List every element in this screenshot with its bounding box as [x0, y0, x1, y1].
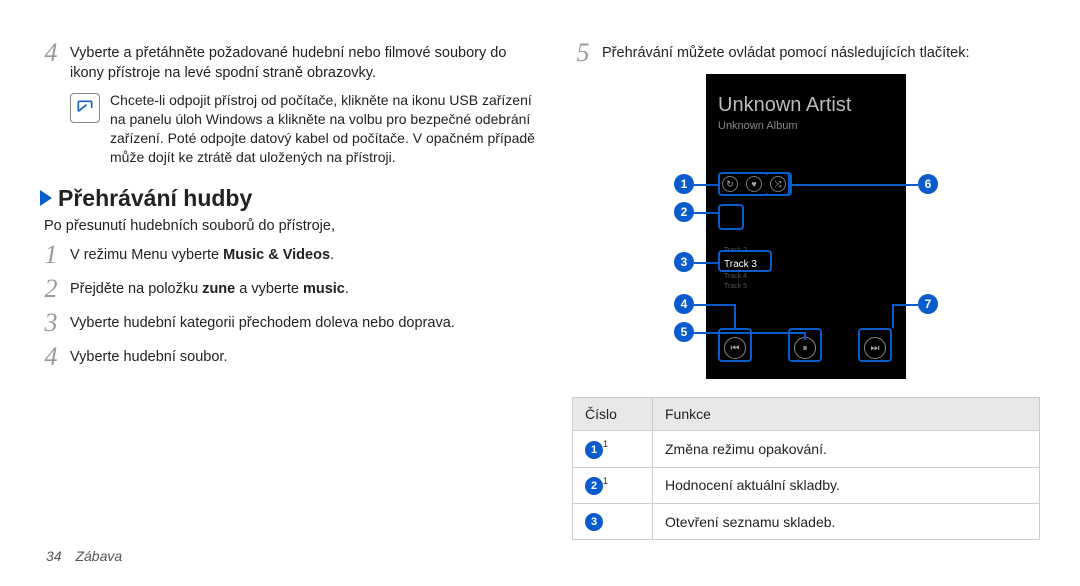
- lead-line: [694, 212, 718, 214]
- album-label: Unknown Album: [718, 120, 798, 132]
- txt: .: [330, 247, 334, 263]
- chevron-right-icon: [40, 190, 52, 206]
- cell-func: Hodnocení aktuální skladby.: [653, 467, 1040, 504]
- step-text: Vyberte hudební kategorii přechodem dole…: [70, 310, 455, 336]
- table-row: 11 Změna režimu opakování.: [573, 431, 1040, 468]
- txt: V režimu Menu vyberte: [70, 247, 223, 263]
- txt-bold: music: [303, 281, 345, 297]
- note-text: Chcete-li odpojit přístroj od počítače, …: [110, 91, 540, 167]
- step-5: 5 Přehrávání můžete ovládat pomocí násle…: [572, 40, 1040, 66]
- step-number: 5: [572, 40, 594, 66]
- cell-num: 3: [573, 504, 653, 540]
- th-function: Funkce: [653, 398, 1040, 431]
- txt: a vyberte: [235, 281, 303, 297]
- table-row: 3 Otevření seznamu skladeb.: [573, 504, 1040, 540]
- highlight-box: [718, 250, 772, 272]
- table-row: 21 Hodnocení aktuální skladby.: [573, 467, 1040, 504]
- step-number: 2: [40, 276, 62, 302]
- cell-func: Změna režimu opakování.: [653, 431, 1040, 468]
- callout-2: 2: [674, 202, 694, 222]
- function-table: Číslo Funkce 11 Změna režimu opakování. …: [572, 397, 1040, 540]
- phone-illustration: Unknown Artist Unknown Album ↻ ♥ ⤨ Track…: [626, 74, 986, 379]
- callout-5: 5: [674, 322, 694, 342]
- note-box: Chcete-li odpojit přístroj od počítače, …: [70, 91, 540, 167]
- lead-line: [892, 304, 894, 328]
- step-text: Přejděte na položku zune a vyberte music…: [70, 276, 349, 302]
- highlight-box: [718, 204, 744, 230]
- step-text: Vyberte hudební soubor.: [70, 344, 227, 370]
- page-number: 34: [46, 548, 62, 564]
- lead-line: [892, 304, 918, 306]
- txt: Přejděte na položku: [70, 281, 202, 297]
- step-4b: 4 Vyberte hudební soubor.: [40, 344, 540, 370]
- table-header-row: Číslo Funkce: [573, 398, 1040, 431]
- step-2: 2 Přejděte na položku zune a vyberte mus…: [40, 276, 540, 302]
- intro-text: Po přesunutí hudebních souborů do přístr…: [44, 218, 540, 234]
- txt-bold: Music & Videos: [223, 247, 330, 263]
- step-4: 4 Vyberte a přetáhněte požadované hudebn…: [40, 40, 540, 83]
- badge-1: 1: [585, 441, 603, 459]
- footnote-ref: 1: [603, 476, 608, 486]
- callout-4: 4: [674, 294, 694, 314]
- step-3: 3 Vyberte hudební kategorii přechodem do…: [40, 310, 540, 336]
- note-icon: [70, 93, 100, 123]
- txt: .: [345, 281, 349, 297]
- lead-line: [804, 332, 806, 340]
- step-number: 4: [40, 344, 62, 370]
- txt-bold: zune: [202, 281, 235, 297]
- badge-3: 3: [585, 513, 603, 531]
- step-text: Vyberte a přetáhněte požadované hudební …: [70, 40, 540, 83]
- step-number: 1: [40, 242, 62, 268]
- lead-line: [694, 184, 718, 186]
- highlight-box: [766, 172, 792, 196]
- step-number: 4: [40, 40, 62, 83]
- highlight-box: [858, 328, 892, 362]
- lead-line: [694, 304, 736, 306]
- cell-num: 21: [573, 467, 653, 504]
- section-header: Přehrávání hudby: [40, 185, 540, 212]
- callout-7: 7: [918, 294, 938, 314]
- step-text: Přehrávání můžete ovládat pomocí následu…: [602, 40, 970, 66]
- lead-line: [790, 184, 918, 186]
- cell-func: Otevření seznamu skladeb.: [653, 504, 1040, 540]
- page-footer: 34 Zábava: [46, 548, 122, 564]
- badge-2: 2: [585, 477, 603, 495]
- th-number: Číslo: [573, 398, 653, 431]
- callout-3: 3: [674, 252, 694, 272]
- artist-label: Unknown Artist: [718, 94, 851, 117]
- step-number: 3: [40, 310, 62, 336]
- cell-num: 11: [573, 431, 653, 468]
- section-title: Přehrávání hudby: [58, 185, 252, 212]
- lead-line: [694, 262, 718, 264]
- lead-line: [734, 304, 736, 328]
- lead-line: [694, 332, 806, 334]
- step-1: 1 V režimu Menu vyberte Music & Videos.: [40, 242, 540, 268]
- step-text: V režimu Menu vyberte Music & Videos.: [70, 242, 334, 268]
- callout-6: 6: [918, 174, 938, 194]
- section-name: Zábava: [75, 548, 122, 564]
- callout-1: 1: [674, 174, 694, 194]
- track-next: Track 4: [724, 272, 757, 283]
- track-next2: Track 5: [724, 282, 757, 293]
- footnote-ref: 1: [603, 439, 608, 449]
